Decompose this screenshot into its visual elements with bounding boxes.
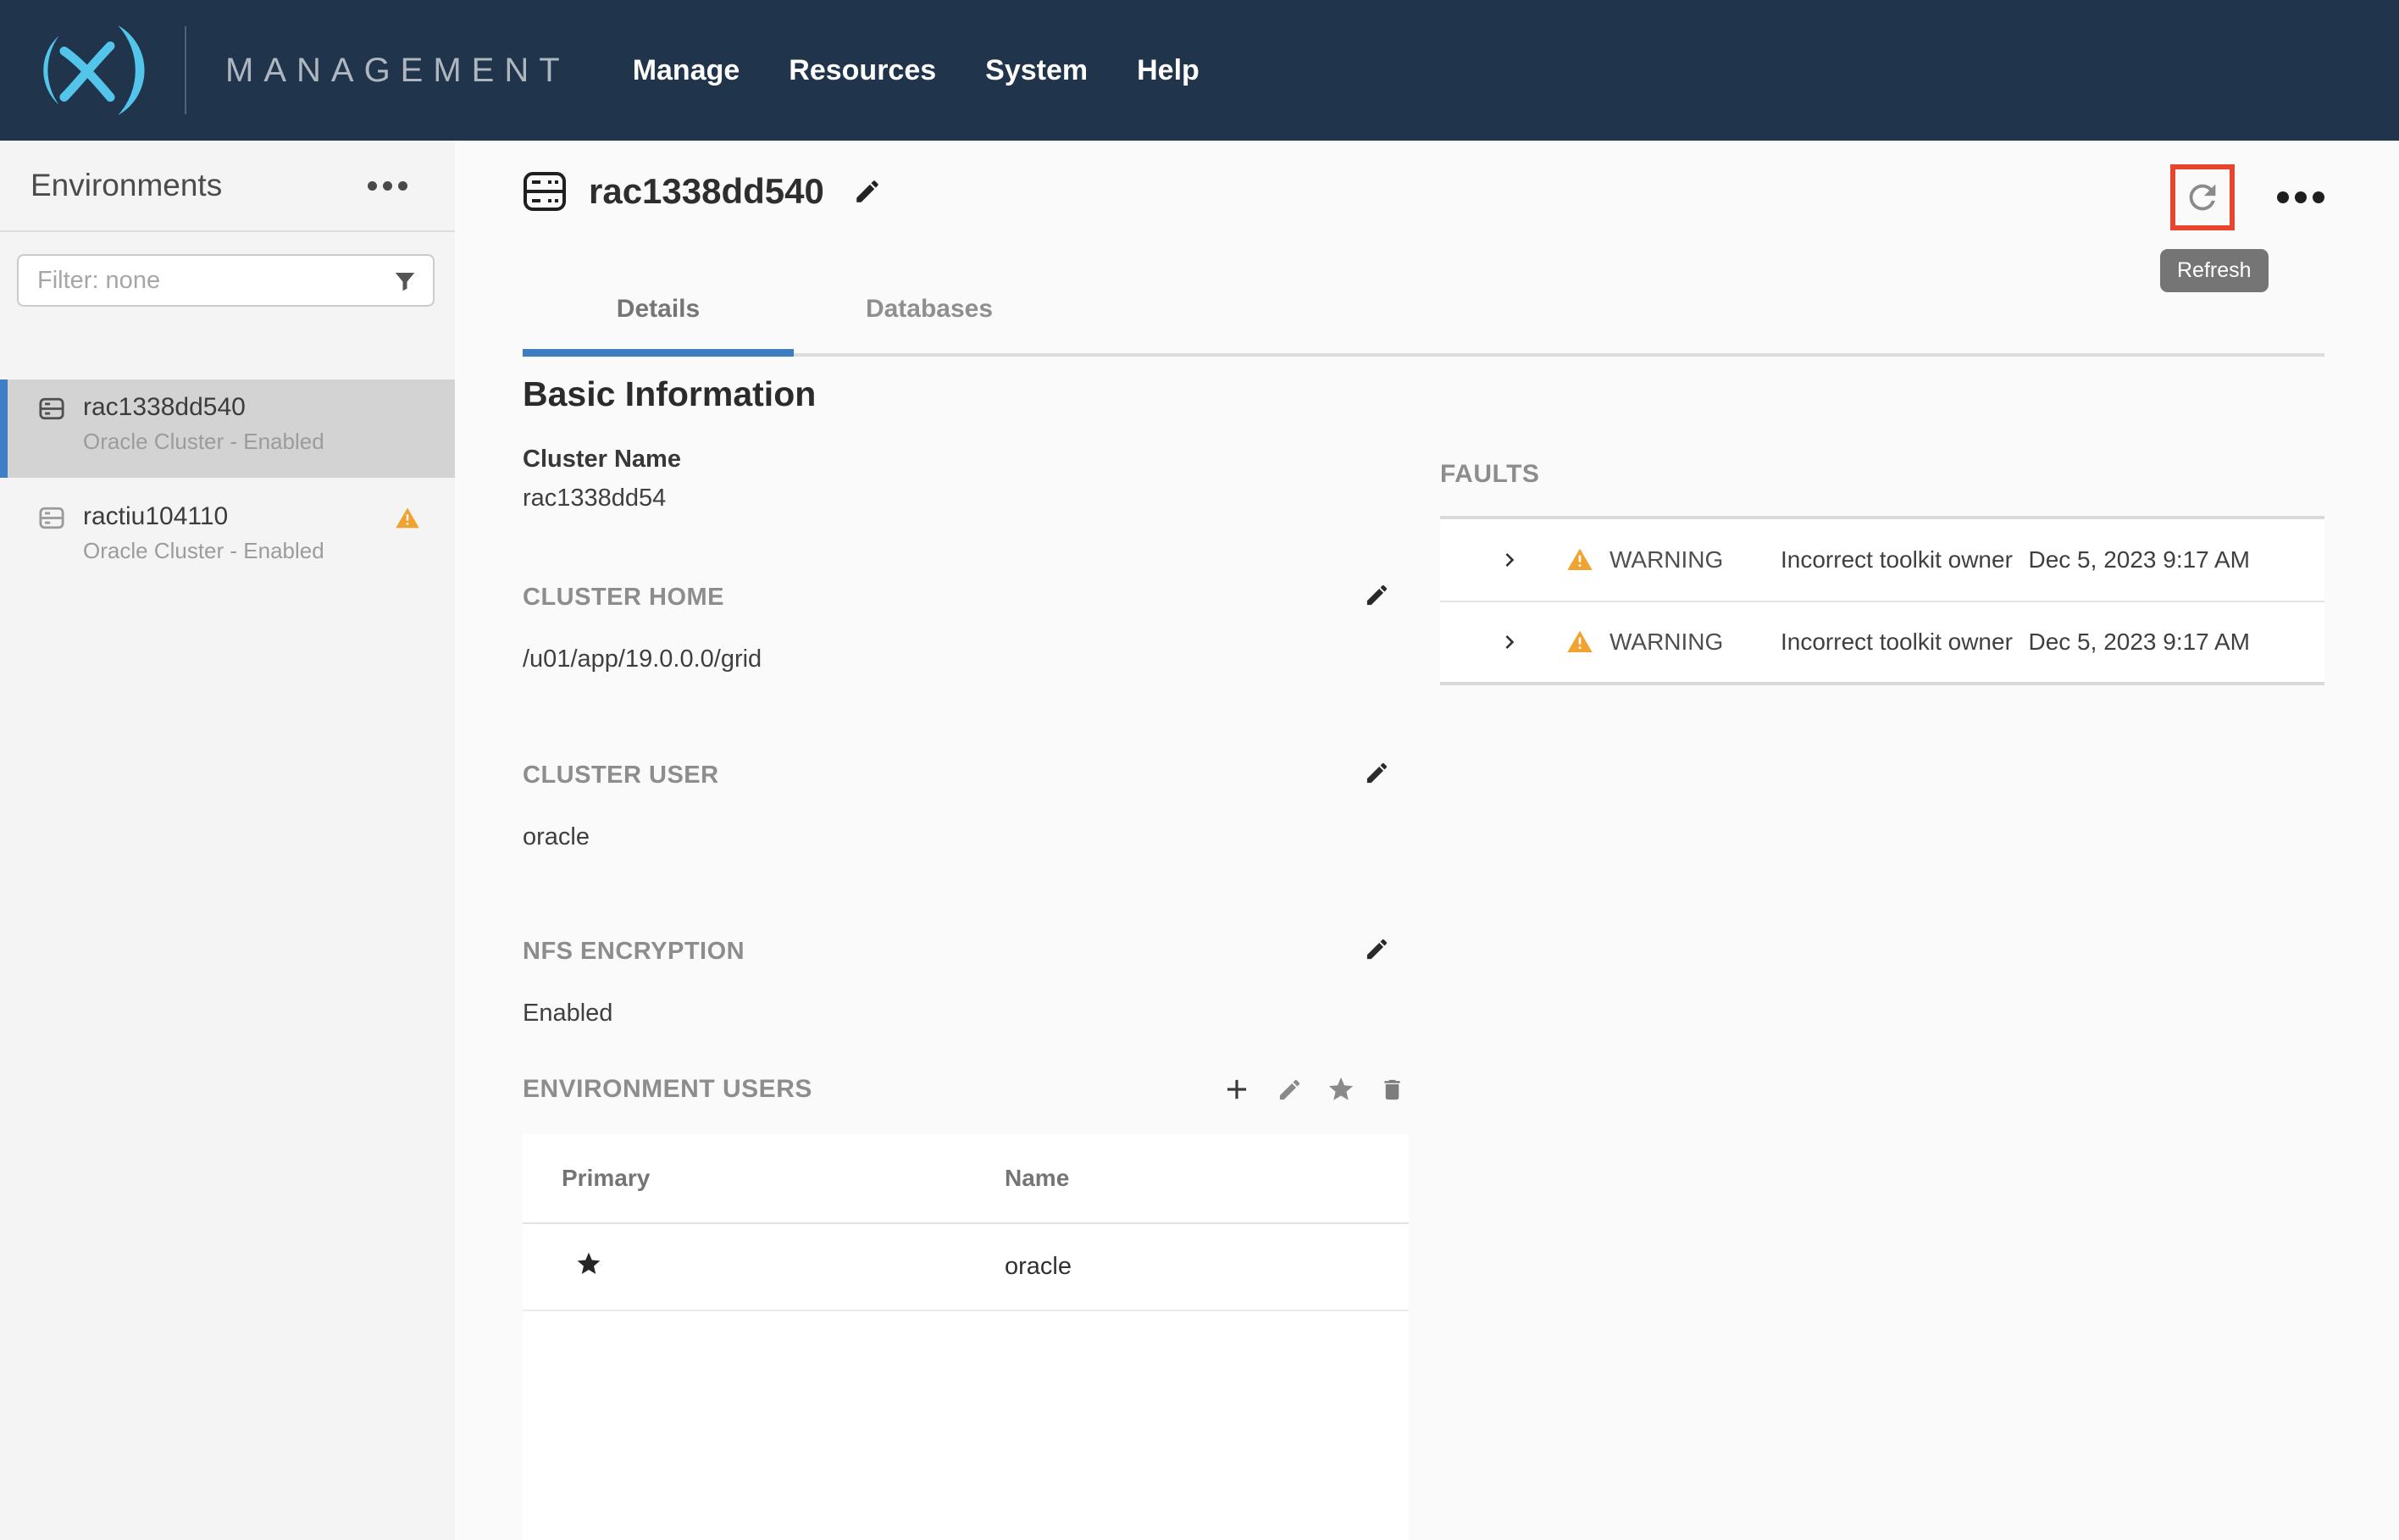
expand-chevron-icon[interactable] — [1496, 629, 1523, 656]
environment-status: Oracle Cluster - Enabled — [83, 429, 324, 455]
environment-name: ractiu104110 — [83, 502, 324, 531]
menu-item-resources[interactable]: Resources — [789, 54, 936, 87]
edit-user-button[interactable] — [1277, 1077, 1303, 1103]
content-columns: Basic Information Cluster Name rac1338dd… — [523, 375, 2324, 1540]
refresh-button[interactable] — [2170, 164, 2235, 230]
delete-user-button[interactable] — [1379, 1077, 1405, 1103]
warning-icon — [394, 506, 421, 531]
faults-heading: FAULTS — [1440, 460, 2324, 489]
faults-column: FAULTS WARNING Incorrect toolkit owner D… — [1440, 375, 2324, 1540]
table-header-row: Primary Name — [523, 1134, 1409, 1224]
fault-row[interactable]: WARNING Incorrect toolkit owner Dec 5, 2… — [1440, 519, 2324, 601]
section-heading: Basic Information — [523, 375, 1409, 413]
environment-icon — [39, 397, 64, 420]
environment-users-heading: ENVIRONMENT USERS — [523, 1075, 812, 1104]
tab-details[interactable]: Details — [523, 295, 794, 357]
main-content: rac1338dd540 Refresh Details — [455, 141, 2399, 1540]
user-name-cell: oracle — [966, 1253, 1072, 1281]
column-header-primary: Primary — [523, 1165, 966, 1192]
environment-status: Oracle Cluster - Enabled — [83, 538, 324, 564]
warning-icon — [1565, 629, 1594, 656]
navbar-divider — [185, 26, 186, 114]
add-user-button[interactable] — [1221, 1073, 1253, 1105]
sidebar-header: Environments — [0, 141, 455, 232]
field-label: NFS ENCRYPTION — [523, 938, 1409, 966]
top-menu: Manage Resources System Help — [633, 54, 1200, 87]
field-cluster-home: CLUSTER HOME /u01/app/19.0.0.0/grid — [523, 584, 1409, 673]
details-column: Basic Information Cluster Name rac1338dd… — [523, 375, 1409, 1540]
plus-icon — [1221, 1073, 1253, 1105]
app-window: MANAGEMENT Manage Resources System Help … — [0, 0, 2399, 1540]
environment-name: rac1338dd540 — [83, 393, 324, 422]
edit-nfs-encryption-pencil-icon[interactable] — [1364, 936, 1390, 962]
more-actions-kebab-icon[interactable] — [2277, 191, 2324, 203]
environment-list: rac1338dd540 Oracle Cluster - Enabled ra… — [0, 379, 455, 587]
primary-star-icon — [575, 1250, 602, 1277]
field-value: rac1338dd54 — [523, 485, 1409, 512]
tab-bar: Details Databases — [523, 295, 2324, 357]
page-title: rac1338dd540 — [589, 171, 824, 212]
field-cluster-user: CLUSTER USER oracle — [523, 762, 1409, 851]
field-nfs-encryption: NFS ENCRYPTION Enabled — [523, 938, 1409, 1028]
delphix-logo-icon[interactable] — [25, 23, 154, 118]
filter-box — [17, 254, 435, 307]
environment-item-text: ractiu104110 Oracle Cluster - Enabled — [83, 502, 324, 564]
menu-item-manage[interactable]: Manage — [633, 54, 740, 87]
fault-title: Incorrect toolkit owner — [1781, 629, 2013, 656]
environments-sidebar: Environments rac1338dd540 Oracle Cluster… — [0, 141, 455, 1540]
fault-row[interactable]: WARNING Incorrect toolkit owner Dec 5, 2… — [1440, 601, 2324, 682]
edit-title-pencil-icon[interactable] — [853, 177, 882, 206]
environment-users-table: Primary Name oracle — [523, 1134, 1409, 1540]
field-label: CLUSTER USER — [523, 762, 1409, 789]
environment-icon — [39, 507, 64, 529]
fault-date: Dec 5, 2023 9:17 AM — [2028, 546, 2250, 573]
header-actions: Refresh — [2170, 164, 2324, 230]
field-label: CLUSTER HOME — [523, 584, 1409, 612]
refresh-tooltip: Refresh — [2160, 249, 2269, 292]
fault-title: Incorrect toolkit owner — [1781, 546, 2013, 573]
fault-date: Dec 5, 2023 9:17 AM — [2028, 629, 2250, 656]
environment-users-header: ENVIRONMENT USERS — [523, 1073, 1409, 1105]
environment-list-item-ractiu104110[interactable]: ractiu104110 Oracle Cluster - Enabled — [0, 489, 455, 587]
tab-databases[interactable]: Databases — [794, 295, 1065, 357]
column-header-name: Name — [966, 1165, 1069, 1192]
field-cluster-name: Cluster Name rac1338dd54 — [523, 446, 1409, 512]
environment-users-toolbar — [1221, 1073, 1405, 1105]
main-header: rac1338dd540 Refresh — [523, 141, 2324, 295]
title-group: rac1338dd540 — [523, 171, 882, 212]
top-navbar: MANAGEMENT Manage Resources System Help — [0, 0, 2399, 141]
fault-severity: WARNING — [1609, 546, 1745, 573]
field-value: /u01/app/19.0.0.0/grid — [523, 645, 1409, 673]
brand-title: MANAGEMENT — [225, 52, 570, 90]
fault-severity: WARNING — [1609, 629, 1745, 656]
environment-item-text: rac1338dd540 Oracle Cluster - Enabled — [83, 393, 324, 455]
environment-list-item-rac1338dd540[interactable]: rac1338dd540 Oracle Cluster - Enabled — [0, 379, 455, 478]
field-value: Enabled — [523, 1000, 1409, 1028]
expand-chevron-icon[interactable] — [1496, 546, 1523, 573]
field-value: oracle — [523, 823, 1409, 851]
edit-cluster-user-pencil-icon[interactable] — [1364, 760, 1390, 786]
menu-item-system[interactable]: System — [985, 54, 1088, 87]
pencil-icon — [1277, 1077, 1303, 1103]
cluster-icon — [523, 171, 567, 212]
refresh-icon — [2183, 178, 2222, 217]
set-primary-user-button[interactable] — [1327, 1075, 1355, 1104]
faults-table: WARNING Incorrect toolkit owner Dec 5, 2… — [1440, 516, 2324, 685]
warning-icon — [1565, 546, 1594, 573]
refresh-wrap: Refresh — [2170, 164, 2235, 230]
primary-cell — [523, 1250, 966, 1284]
star-icon — [1327, 1075, 1355, 1104]
field-label: Cluster Name — [523, 446, 1409, 474]
table-row[interactable]: oracle — [523, 1224, 1409, 1311]
filter-input[interactable] — [19, 267, 433, 295]
edit-cluster-home-pencil-icon[interactable] — [1364, 582, 1390, 608]
sidebar-kebab-menu-icon[interactable] — [368, 181, 407, 191]
filter-funnel-icon[interactable] — [392, 269, 418, 294]
trash-icon — [1379, 1077, 1405, 1103]
menu-item-help[interactable]: Help — [1137, 54, 1200, 87]
sidebar-title: Environments — [30, 168, 222, 203]
